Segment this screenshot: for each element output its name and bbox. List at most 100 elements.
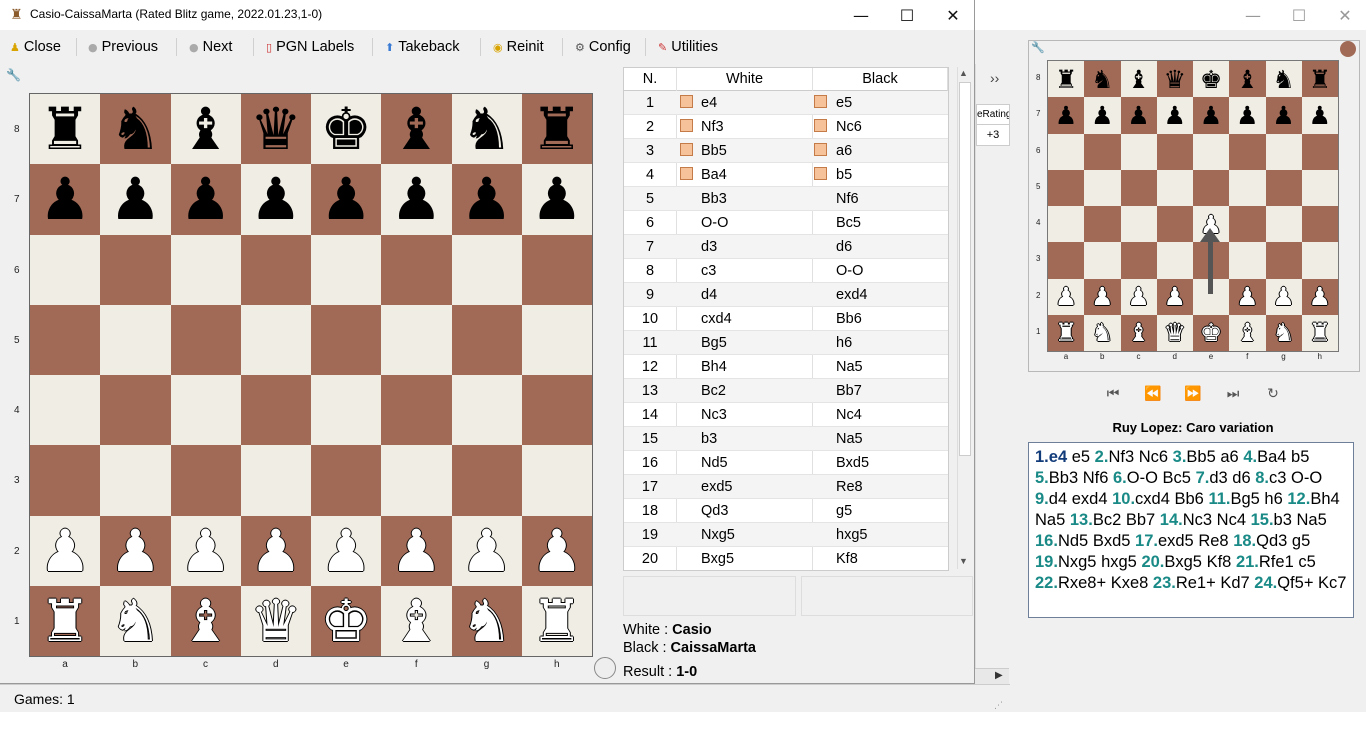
notation-move-number[interactable]: 5. [1035,469,1049,487]
square-d6[interactable] [240,234,311,305]
square-c2[interactable]: ♟ [1120,278,1157,315]
square-b7[interactable]: ♟ [100,164,171,235]
square-b1[interactable]: ♞ [100,585,171,656]
notation-black-move[interactable]: Nc6 [1139,448,1168,466]
square-h2[interactable]: ♟ [521,515,592,586]
white-move[interactable]: e4 [701,91,717,115]
notation-move-number[interactable]: 12. [1287,490,1310,508]
square-e1[interactable]: ♚ [311,585,382,656]
notation-move-number[interactable]: 17. [1135,532,1158,550]
notation-white-move[interactable]: Qd3 [1256,532,1287,550]
square-f4[interactable] [1229,206,1266,243]
square-c6[interactable] [1120,133,1157,170]
black-rook-icon[interactable]: ♜ [531,100,583,158]
black-move[interactable]: Na5 [836,427,863,451]
notation-white-move[interactable]: Nd5 [1058,532,1088,550]
white-move[interactable]: Ba4 [701,163,727,187]
white-rook-icon[interactable]: ♜ [1309,320,1331,345]
notation-move-number[interactable]: 18. [1233,532,1256,550]
square-b5[interactable] [100,304,171,375]
notation-move-number[interactable]: 24. [1254,574,1277,592]
move-row[interactable]: 11 Bg5 h6 [624,331,948,355]
square-f3[interactable] [381,445,452,516]
square-g5[interactable] [451,304,522,375]
square-g8[interactable]: ♞ [1265,61,1302,98]
previous-move-icon[interactable]: ⏪ [1141,384,1165,404]
notation-black-move[interactable]: a6 [1220,448,1238,466]
notation-black-move[interactable]: Bb7 [1126,511,1155,529]
square-a8[interactable]: ♜ [1048,61,1085,98]
notation-move-number[interactable]: 4. [1243,448,1257,466]
black-knight-icon[interactable]: ♞ [1272,67,1294,92]
square-b7[interactable]: ♟ [1084,97,1121,134]
previous-button[interactable]: ● Previous [88,34,158,60]
square-a4[interactable] [1048,206,1085,243]
notation-black-move[interactable]: c5 [1298,553,1315,571]
wrench-icon[interactable]: 🔧 [1031,41,1045,54]
square-g7[interactable]: ♟ [451,164,522,235]
white-move[interactable]: Bg5 [701,331,727,355]
black-move[interactable]: Re8 [836,475,863,499]
square-a7[interactable]: ♟ [30,164,101,235]
square-a4[interactable] [30,375,101,446]
square-g2[interactable]: ♟ [451,515,522,586]
black-pawn-icon[interactable]: ♟ [531,170,583,228]
square-h7[interactable]: ♟ [521,164,592,235]
move-number[interactable]: 14 [624,403,676,427]
square-h8[interactable]: ♜ [521,94,592,165]
square-f3[interactable] [1229,242,1266,279]
move-row[interactable]: 4 Ba4 b5 [624,163,948,187]
white-queen-icon[interactable]: ♛ [250,592,302,650]
move-number[interactable]: 9 [624,283,676,307]
square-c8[interactable]: ♝ [1120,61,1157,98]
move-row[interactable]: 9 d4 exd4 [624,283,948,307]
chessboard[interactable]: ♜ ♞ ♝ ♛ ♚ ♝ ♞ ♜ ♟ ♟ ♟ ♟ ♟ ♟ ♟ ♟ ♟ ♟ ♟ ♟ ♟ ♟ ♟ ♟ ♜ ♞ ♝ ♛ ♚ ♝ ♞ ♜ [29,93,593,657]
notation-black-move[interactable]: d6 [1232,469,1250,487]
white-move[interactable]: Qd3 [701,499,728,523]
move-number[interactable]: 3 [624,139,676,163]
square-b2[interactable]: ♟ [100,515,171,586]
move-number[interactable]: 13 [624,379,676,403]
square-d5[interactable] [240,304,311,375]
black-move[interactable]: h6 [836,331,852,355]
config-button[interactable]: ⚙ Config [575,34,631,60]
column-header-white[interactable]: White [677,68,813,91]
square-a1[interactable]: ♜ [30,585,101,656]
notation-white-move[interactable]: Ba4 [1257,448,1286,466]
notation-black-move[interactable]: Bc5 [1163,469,1191,487]
mini-chessboard[interactable]: ♜ ♞ ♝ ♛ ♚ ♝ ♞ ♜ ♟ ♟ ♟ ♟ ♟ ♟ ♟ ♟ ♟ ♟ ♟ ♟ ♟ ♟ ♟ ♟ ♜ ♞ ♝ ♛ ♚ ♝ ♞ ♜ [1047,60,1339,352]
notation-move-number[interactable]: 3. [1173,448,1187,466]
black-bishop-icon[interactable]: ♝ [1236,67,1258,92]
notation-move-number[interactable]: 22. [1035,574,1058,592]
square-c8[interactable]: ♝ [170,94,241,165]
black-pawn-icon[interactable]: ♟ [180,170,232,228]
square-f6[interactable] [381,234,452,305]
square-d4[interactable] [1156,206,1193,243]
black-move[interactable]: O-O [836,259,863,283]
notation-white-move[interactable]: Bh4 [1310,490,1339,508]
white-bishop-icon[interactable]: ♝ [390,592,442,650]
black-queen-icon[interactable]: ♛ [1164,67,1186,92]
notation-move-number[interactable]: 16. [1035,532,1058,550]
square-c3[interactable] [1120,242,1157,279]
notation-white-move[interactable]: b3 [1274,511,1292,529]
notation-white-move[interactable]: O-O [1127,469,1158,487]
white-move[interactable]: O-O [701,211,728,235]
white-pawn-icon[interactable]: ♟ [1236,284,1258,309]
black-pawn-icon[interactable]: ♟ [390,170,442,228]
square-d2[interactable]: ♟ [240,515,311,586]
move-comment-flag-icon[interactable] [680,143,693,156]
resize-grip[interactable]: ⋰ [994,700,1003,711]
move-row[interactable]: 17 exd5 Re8 [624,475,948,499]
square-h5[interactable] [521,304,592,375]
move-row[interactable]: 3 Bb5 a6 [624,139,948,163]
square-c4[interactable] [170,375,241,446]
square-g4[interactable] [451,375,522,446]
square-b8[interactable]: ♞ [100,94,171,165]
notation-black-move[interactable]: Kf8 [1207,553,1232,571]
scroll-up-icon[interactable]: ▲ [959,68,968,78]
square-d1[interactable]: ♛ [240,585,311,656]
square-e8[interactable]: ♚ [311,94,382,165]
move-number[interactable]: 7 [624,235,676,259]
white-move[interactable]: Bxg5 [701,547,734,570]
